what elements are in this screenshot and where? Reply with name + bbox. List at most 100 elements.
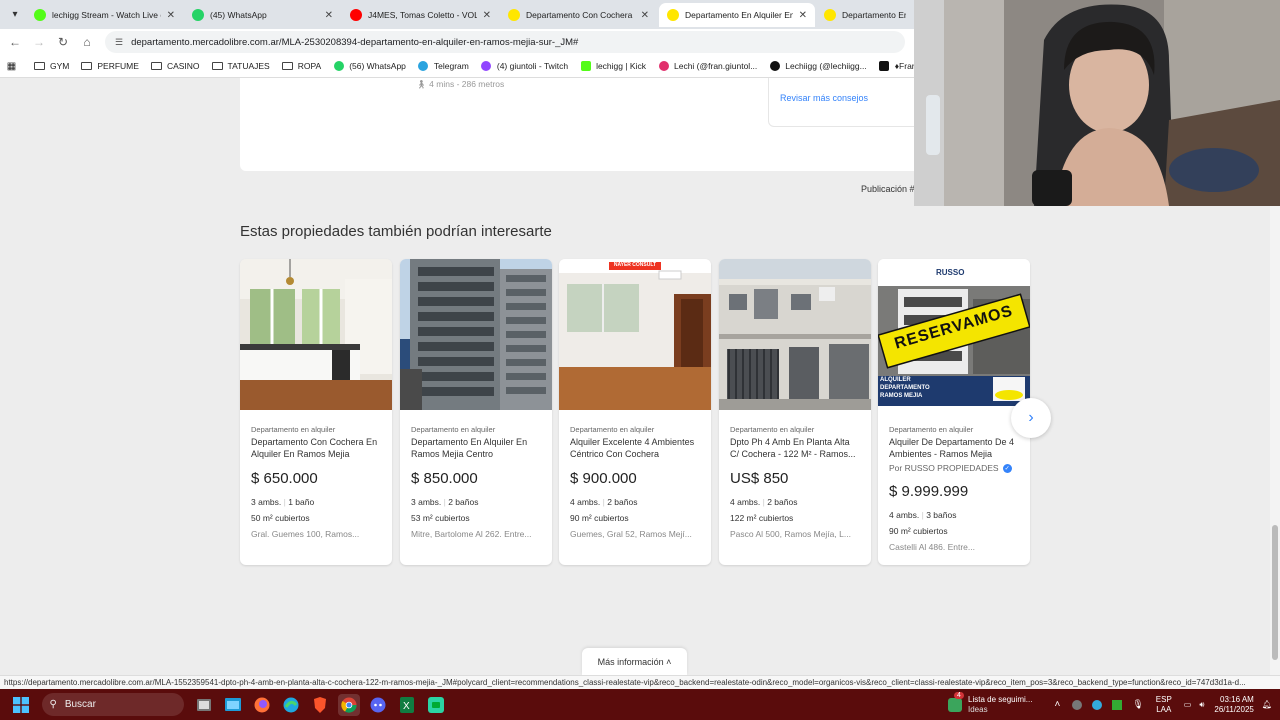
bookmark-label: Telegram — [433, 61, 469, 71]
game-app-icon[interactable] — [425, 694, 447, 716]
tab-close-icon[interactable]: ✕ — [483, 10, 491, 21]
tab-3[interactable]: Departamento Con Cochera En ✕ — [500, 3, 657, 27]
bookmark-label: GYM — [50, 61, 70, 71]
verified-icon: ✓ — [1002, 463, 1012, 473]
tab-close-icon[interactable]: ✕ — [799, 10, 807, 21]
listing-image[interactable] — [719, 259, 871, 410]
tab-close-icon[interactable]: ✕ — [325, 10, 333, 21]
widget-watchlist[interactable]: 4 Lista de seguimi... Ideas — [948, 691, 1032, 715]
listing-area: 90 m² cubiertos — [889, 526, 948, 536]
tray-app-icon-2[interactable] — [1092, 699, 1103, 710]
url-text: departamento.mercadolibre.com.ar/MLA-253… — [131, 36, 579, 48]
carousel-next-button[interactable]: › — [1011, 398, 1051, 438]
more-info-button[interactable]: Más información ˄ — [582, 648, 687, 675]
tab-5[interactable]: Departamento En Alq — [816, 3, 914, 27]
listing-card[interactable]: Departamento en alquiler Dpto Ph 4 Amb En… — [719, 259, 871, 565]
clock[interactable]: 03:16 AM 26/11/2025 — [1214, 695, 1253, 715]
listing-image[interactable]: NAYER CONSULT — [559, 259, 711, 410]
listing-title[interactable]: Departamento En Alquiler En Ramos Mejia … — [411, 436, 541, 460]
listing-card[interactable]: Departamento en alquiler Departamento En … — [400, 259, 552, 565]
chevron-up-icon: ˄ — [666, 656, 672, 667]
excel-icon[interactable]: X — [396, 694, 418, 716]
listing-title[interactable]: Alquiler Excelente 4 Ambientes Céntrico … — [570, 436, 700, 460]
listing-title[interactable]: Alquiler De Departamento De 4 Ambientes … — [889, 436, 1019, 460]
bookmark-2[interactable]: CASINO — [150, 61, 200, 71]
brave-icon[interactable] — [309, 694, 331, 716]
microphone-icon[interactable]: 🎙︎ — [1132, 699, 1143, 710]
network-icon[interactable]: ▭ — [1184, 700, 1192, 709]
listing-title[interactable]: Dpto Ph 4 Amb En Planta Alta C/ Cochera … — [730, 436, 860, 460]
listing-image[interactable]: RUSSO RESERVAMOS ALQUILER DEPARTAMENTO RAM… — [878, 259, 1030, 410]
tab-title: J4MES, Tomas Coletto - VOLVER — [368, 10, 477, 20]
firefox-icon[interactable] — [251, 694, 273, 716]
bookmark-6[interactable]: Telegram — [418, 61, 469, 71]
notifications-icon[interactable]: 🔔︎ — [1262, 700, 1272, 709]
bookmark-5[interactable]: (56) WhatsApp — [333, 61, 406, 71]
tab-close-icon[interactable]: ✕ — [641, 10, 649, 21]
chrome-icon[interactable] — [338, 693, 360, 716]
x-icon — [879, 61, 890, 71]
address-bar[interactable]: ☰ departamento.mercadolibre.com.ar/MLA-2… — [105, 31, 905, 53]
tab-1[interactable]: (45) WhatsApp ✕ — [184, 3, 341, 27]
volume-icon[interactable]: 🔊︎ — [1199, 700, 1204, 710]
listing-title[interactable]: Departamento Con Cochera En Alquiler En … — [251, 436, 381, 460]
bookmark-8[interactable]: lechigg | Kick — [580, 61, 646, 71]
site-info-icon[interactable]: ☰ — [115, 37, 123, 48]
reload-button[interactable]: ↻ — [51, 35, 75, 49]
tab-0[interactable]: lechigg Stream - Watch Live on ✕ — [26, 3, 183, 27]
bookmark-7[interactable]: (4) giuntoli - Twitch — [481, 61, 568, 71]
chevron-down-icon: ▾ — [12, 9, 18, 20]
bookmark-0[interactable]: GYM — [34, 61, 69, 71]
system-tray: 4 Lista de seguimi... Ideas ˄ 🎙︎ ESP LAA… — [948, 689, 1280, 720]
listing-attributes: 3 ambs. | 1 baño — [251, 497, 315, 507]
discord-icon[interactable] — [367, 694, 389, 716]
status-url-bar: https://departamento.mercadolibre.com.ar… — [0, 675, 1280, 689]
search-icon: ⚲ — [49, 699, 57, 710]
forward-button[interactable]: → — [27, 35, 51, 49]
bookmark-1[interactable]: PERFUME — [81, 61, 139, 71]
bookmark-label: lechigg | Kick — [596, 61, 646, 71]
listing-address: Pasco Al 500, Ramos Mejía, L... — [730, 529, 851, 539]
bookmark-10[interactable]: Lechiigg (@lechiigg... — [769, 61, 867, 71]
telegram-icon — [418, 61, 429, 71]
tab-search-button[interactable]: ▾ — [2, 4, 28, 26]
image-brand-text: NAYER CONSULT — [613, 262, 657, 268]
scrollbar-thumb[interactable] — [1272, 525, 1278, 660]
tray-app-icon-1[interactable] — [1072, 699, 1083, 710]
windows-start-icon[interactable] — [10, 694, 32, 716]
folder-icon — [281, 61, 293, 71]
listing-area: 53 m² cubiertos — [411, 513, 470, 523]
tips-link[interactable]: Revisar más consejos — [780, 93, 868, 103]
listing-image[interactable] — [400, 259, 552, 410]
file-explorer-icon[interactable] — [222, 694, 244, 716]
language-indicator[interactable]: ESP LAA — [1156, 695, 1172, 715]
bookmark-label: (4) giuntoli - Twitch — [496, 61, 569, 71]
task-view-icon[interactable] — [193, 694, 215, 716]
listing-card[interactable]: RUSSO RESERVAMOS ALQUILER DEPARTAMENTO RAM… — [878, 259, 1030, 565]
folder-icon — [34, 61, 45, 71]
listing-price: $ 850.000 — [411, 470, 478, 487]
back-button[interactable]: ← — [3, 35, 27, 49]
bookmark-4[interactable]: ROPA — [281, 61, 321, 71]
apps-icon[interactable]: ▦ — [6, 61, 22, 72]
listing-attributes: 4 ambs. | 3 baños — [889, 510, 957, 520]
bookmark-9[interactable]: Lechi (@fran.giuntol... — [658, 61, 757, 71]
bookmark-label: (56) WhatsApp — [349, 61, 406, 71]
edge-icon[interactable] — [280, 694, 302, 716]
listing-type: Departamento en alquiler — [889, 425, 974, 434]
listing-image[interactable] — [240, 259, 392, 410]
bookmark-3[interactable]: TATUAJES — [211, 61, 270, 71]
tab-4[interactable]: Departamento En Alquiler En R ✕ — [659, 3, 815, 27]
listing-price: US$ 850 — [730, 470, 789, 487]
taskbar: ⚲ Buscar X 4 Lista de seguimi... Ideas ˄… — [0, 689, 1280, 720]
listing-type: Departamento en alquiler — [730, 425, 815, 434]
listing-card[interactable]: Departamento en alquiler Departamento Con… — [240, 259, 392, 565]
home-button[interactable]: ⌂ — [75, 35, 99, 49]
security-icon[interactable] — [1112, 699, 1123, 710]
tab-2[interactable]: J4MES, Tomas Coletto - VOLVER ✕ — [342, 3, 499, 27]
listing-card[interactable]: NAYER CONSULT Departamento en alquiler Alq… — [559, 259, 711, 565]
taskbar-search[interactable]: ⚲ Buscar — [41, 693, 184, 716]
stocks-icon: 4 — [948, 691, 964, 712]
show-hidden-icons[interactable]: ˄ — [1054, 699, 1060, 710]
tab-close-icon[interactable]: ✕ — [167, 10, 175, 21]
